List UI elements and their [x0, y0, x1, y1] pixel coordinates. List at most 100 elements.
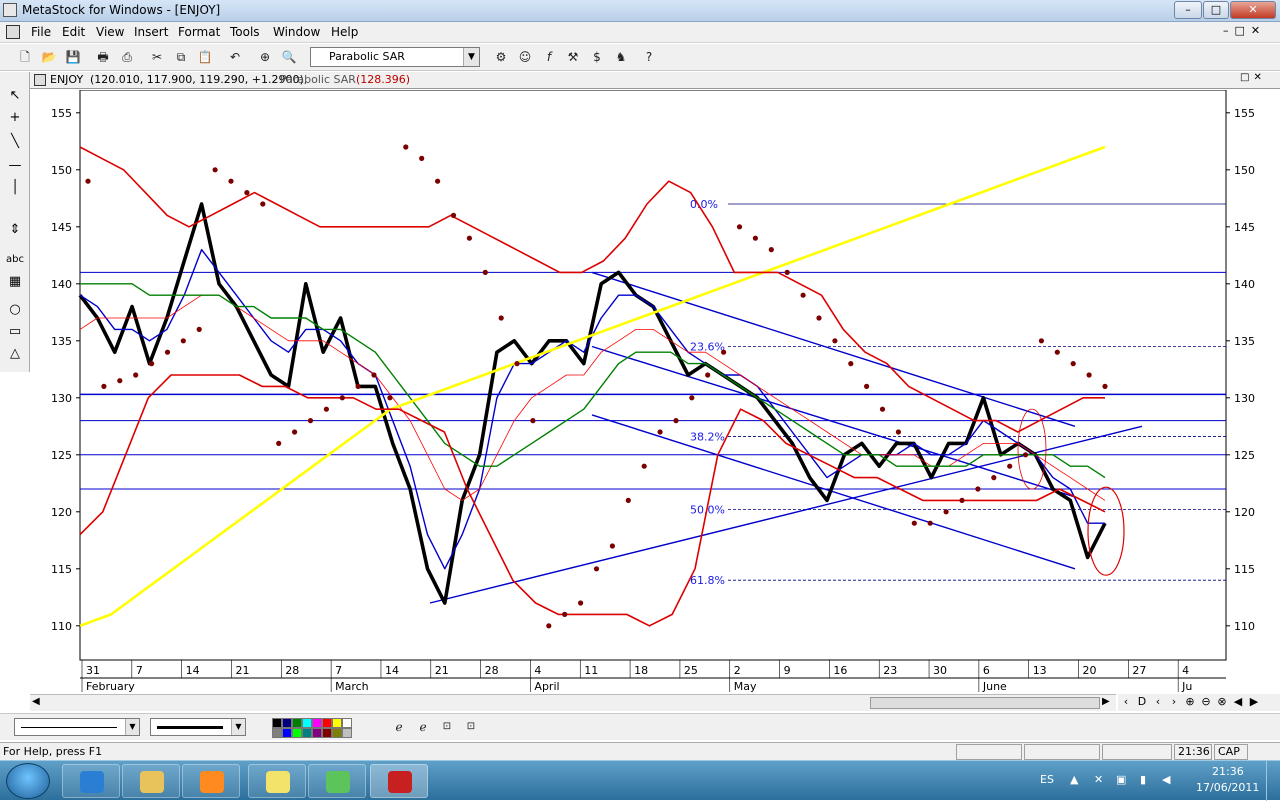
pointer-tool-icon[interactable]: ↖	[4, 86, 26, 106]
trendline-tool-icon[interactable]: ╲	[4, 132, 26, 152]
zoom-in-icon[interactable]: ⊕	[1182, 695, 1198, 708]
color-swatch[interactable]	[342, 728, 352, 738]
taskbar-media[interactable]	[182, 764, 240, 798]
color-swatch[interactable]	[322, 728, 332, 738]
clock-time[interactable]: 21:36	[1212, 765, 1244, 778]
taskbar-explorer[interactable]	[122, 764, 180, 798]
app-icon[interactable]	[3, 3, 17, 17]
nav-start-icon[interactable]: ‹	[1118, 695, 1134, 708]
volume-icon[interactable]: ◀	[1162, 773, 1170, 786]
taskbar-metastock[interactable]	[370, 764, 428, 798]
open-icon[interactable]: 📂	[40, 48, 58, 66]
triangle-tool-icon[interactable]: △	[4, 344, 26, 364]
document-icon[interactable]	[6, 25, 20, 39]
explorer-icon[interactable]: ♞	[612, 48, 630, 66]
menu-window[interactable]: Window	[273, 25, 320, 39]
context-help-icon[interactable]: ?	[640, 48, 658, 66]
undo-icon[interactable]: ↶	[226, 48, 244, 66]
taskbar-ie[interactable]	[62, 764, 120, 798]
expert-icon[interactable]: ☺	[516, 48, 534, 66]
nav-right-icon[interactable]: ▶	[1246, 695, 1262, 708]
horizontal-line-tool-icon[interactable]: —	[4, 156, 26, 176]
taskbar-notes[interactable]	[248, 764, 306, 798]
channel-tool-icon[interactable]: ⇕	[4, 220, 26, 240]
formula-icon[interactable]: f	[540, 48, 558, 66]
system-tester-icon[interactable]: ⚒	[564, 48, 582, 66]
show-desktop-button[interactable]	[1266, 761, 1280, 801]
scroll-right-icon[interactable]: ▶	[1102, 696, 1110, 707]
nav-prev-icon[interactable]: ‹	[1150, 695, 1166, 708]
tray-expand-icon[interactable]: ▲	[1070, 773, 1078, 786]
ellipse-tool-icon[interactable]: ○	[4, 300, 26, 320]
language-indicator[interactable]: ES	[1040, 773, 1054, 786]
layer1-icon[interactable]: ⊡	[438, 718, 456, 736]
nav-left-icon[interactable]: ◀	[1230, 695, 1246, 708]
chart-window-controls[interactable]: □✕	[1240, 72, 1266, 83]
cut-icon[interactable]: ✂	[148, 48, 166, 66]
print-icon[interactable]: 🖶	[94, 48, 112, 66]
dollar-icon[interactable]: $	[588, 48, 606, 66]
color-swatch[interactable]	[332, 718, 342, 728]
color-swatch[interactable]	[332, 728, 342, 738]
copy-icon[interactable]: ⧉	[172, 48, 190, 66]
taskbar-messenger[interactable]	[308, 764, 366, 798]
tray-app-icon[interactable]: ▣	[1116, 773, 1126, 786]
menu-insert[interactable]: Insert	[134, 25, 168, 39]
zoom-reset-icon[interactable]: ⊗	[1214, 695, 1230, 708]
chevron-down-icon[interactable]: ▼	[463, 48, 479, 66]
maximize-button[interactable]: □	[1203, 1, 1229, 19]
chevron-down-icon[interactable]: ▼	[125, 719, 139, 735]
network-icon[interactable]: ✕	[1094, 773, 1103, 786]
color-swatch[interactable]	[342, 718, 352, 728]
scroll-left-icon[interactable]: ◀	[32, 696, 40, 707]
color-swatch[interactable]	[312, 718, 322, 728]
zoom-icon[interactable]: 🔍	[280, 48, 298, 66]
color-swatch[interactable]	[292, 718, 302, 728]
scroll-thumb[interactable]	[870, 697, 1100, 709]
color-swatch[interactable]	[312, 728, 322, 738]
color-swatch[interactable]	[292, 728, 302, 738]
horizontal-scrollbar[interactable]: ◀ ▶	[30, 694, 1116, 711]
paste-icon[interactable]: 📋	[196, 48, 214, 66]
property-icon[interactable]: ℯ	[390, 718, 408, 736]
clock-date[interactable]: 17/06/2011	[1196, 781, 1259, 794]
menu-view[interactable]: View	[96, 25, 124, 39]
layer2-icon[interactable]: ⊡	[462, 718, 480, 736]
menu-edit[interactable]: Edit	[62, 25, 85, 39]
color-swatch[interactable]	[302, 728, 312, 738]
property2-icon[interactable]: ℯ	[414, 718, 432, 736]
price-chart[interactable]: 0.0%23.6%38.2%50.0%61.8% 110 110115 115120…	[30, 90, 1280, 694]
color-swatch[interactable]	[282, 728, 292, 738]
print-preview-icon[interactable]: ⎙	[118, 48, 136, 66]
rectangle-tool-icon[interactable]: ▭	[4, 322, 26, 342]
start-button[interactable]	[6, 763, 50, 799]
nav-next-icon[interactable]: ›	[1166, 695, 1182, 708]
color-swatch[interactable]	[272, 718, 282, 728]
menu-help[interactable]: Help	[331, 25, 358, 39]
mdi-controls[interactable]: –□✕	[1223, 24, 1266, 37]
menu-tools[interactable]: Tools	[230, 25, 260, 39]
text-tool-icon[interactable]: abc	[4, 250, 26, 270]
color-swatch[interactable]	[272, 728, 282, 738]
crosshair-tool-icon[interactable]: +	[4, 108, 26, 128]
close-button[interactable]: ✕	[1230, 1, 1276, 19]
menu-format[interactable]: Format	[178, 25, 220, 39]
vertical-line-tool-icon[interactable]: │	[4, 178, 26, 198]
line-style-select[interactable]: ▼	[14, 718, 140, 736]
minimize-button[interactable]: –	[1174, 1, 1202, 19]
signal-icon[interactable]: ▮	[1140, 773, 1146, 786]
color-swatch[interactable]	[302, 718, 312, 728]
grid-tool-icon[interactable]: ▦	[4, 272, 26, 292]
nav-d-icon[interactable]: D	[1134, 695, 1150, 708]
chevron-down-icon[interactable]: ▼	[231, 719, 245, 735]
chart-doc-icon[interactable]	[34, 74, 46, 86]
color-swatch[interactable]	[282, 718, 292, 728]
new-icon[interactable]: 🗋	[16, 48, 34, 66]
line-width-select[interactable]: ▼	[150, 718, 246, 736]
zoom-out-icon[interactable]: ⊖	[1198, 695, 1214, 708]
indicator-builder-icon[interactable]: ⚙	[492, 48, 510, 66]
color-swatch[interactable]	[322, 718, 332, 728]
menu-file[interactable]: File	[31, 25, 51, 39]
save-icon[interactable]: 💾	[64, 48, 82, 66]
crosshair-icon[interactable]: ⊕	[256, 48, 274, 66]
